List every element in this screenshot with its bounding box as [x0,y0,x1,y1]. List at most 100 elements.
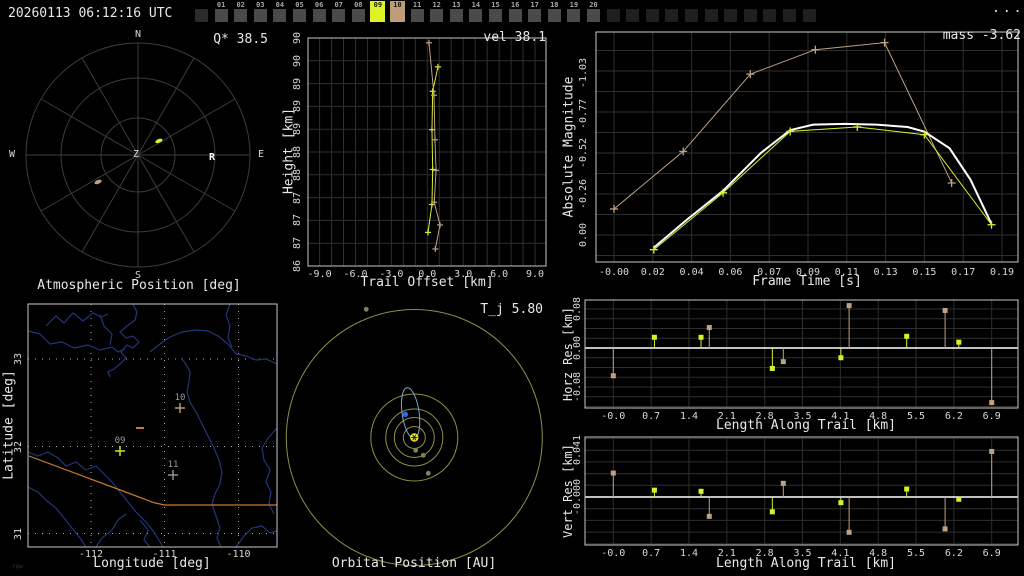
frame-button-14[interactable]: 14 [468,1,483,22]
frame-button-swatch [332,9,346,22]
menu-ellipsis-button[interactable]: ... [992,2,1024,15]
frame-button-label: 17 [530,1,539,9]
frame-button-10[interactable]: 10 [390,1,405,22]
horz_res-xtick: -0.0 [601,411,626,422]
frame-button-12[interactable]: 12 [429,1,444,22]
panel-absolute-magnitude [560,28,1024,296]
magnitude-ytick: -1.03 [578,57,589,88]
watermark: rgw [12,563,23,570]
frame-button-11[interactable]: 11 [410,1,425,22]
frame-button-18[interactable]: 18 [547,1,562,22]
horz_res-xtick: 3.5 [793,411,812,422]
frame-button-trail-22[interactable] [625,1,640,22]
panel-orbital-position [280,296,560,576]
map-ytick: 33 [13,352,24,366]
frame-button-17[interactable]: 17 [527,1,542,22]
frame-button-06[interactable]: 06 [312,1,327,22]
frame-button-swatch [253,9,267,22]
frame-button-08[interactable]: 08 [351,1,366,22]
frame-button-label [645,1,660,8]
vert_res-xtick: 0.7 [642,548,661,559]
frame-button-label: 18 [550,1,559,9]
frame-button-label: 09 [373,1,383,9]
frame-button-05[interactable]: 05 [292,1,307,22]
frame-button-16[interactable]: 16 [508,1,523,22]
frame-button-label: 11 [412,1,422,9]
frame-button-trail-29[interactable] [762,1,777,22]
frame-button-03[interactable]: 03 [253,1,268,22]
velocity-readout: vel 38.1 [483,30,546,45]
frame-button-label: 16 [510,1,520,9]
magnitude-ytick: -0.52 [578,137,589,169]
frame-button-label [664,1,679,8]
frame-button-swatch [724,9,738,22]
frame-button-15[interactable]: 15 [488,1,503,22]
frame-button-swatch [449,9,463,22]
atmospheric-caption: Atmospheric Position [deg] [37,278,241,293]
frame-button-09[interactable]: 09 [370,1,386,22]
frame-button-label: 03 [256,1,265,9]
trail-ytick: 87 [292,214,303,227]
magnitude-xtick: 0.07 [757,267,782,278]
frame-button-swatch [626,9,640,22]
frame-button-trail-31[interactable] [802,1,817,22]
frame-button-trail-27[interactable] [723,1,738,22]
frame-button-02[interactable]: 02 [233,1,248,22]
frame-button-swatch [410,9,424,22]
trail-xtick: 0.0 [418,269,437,280]
frame-button-trail-28[interactable] [743,1,758,22]
map-marker-label: 11 [167,460,179,470]
horz_res-ytick: 0.00 [572,335,583,361]
frame-button-label [625,1,640,8]
mass-readout: mass -3.62 [942,28,1021,43]
trail-ytick: 89 [292,100,303,113]
horz_res-xtick: 4.1 [831,411,850,422]
frame-button-19[interactable]: 19 [566,1,581,22]
trail-xtick: 6.0 [490,269,509,280]
frame-button-trail-24[interactable] [664,1,679,22]
frame-button-lead-0[interactable] [194,1,209,22]
horz_res-xtick: 0.7 [642,411,661,422]
trail-ytick: 89 [292,77,303,90]
frame-button-label [684,1,699,8]
frame-button-trail-30[interactable] [782,1,797,22]
frame-button-07[interactable]: 07 [331,1,346,22]
horz_res-xtick: 2.1 [717,411,736,422]
trail-ytick: 87 [292,237,303,250]
frame-button-swatch [783,9,796,22]
magnitude-xtick: 0.02 [640,267,665,278]
frame-button-13[interactable]: 13 [449,1,464,22]
trail-ytick: 89 [292,123,303,136]
q-star-readout: Q* 38.5 [213,32,268,47]
trail-xtick: 9.0 [525,269,545,280]
frame-button-trail-23[interactable] [645,1,660,22]
frame-button-trail-26[interactable] [704,1,719,22]
panel-trail-offset [280,28,560,296]
map-ylabel: Latitude [deg] [1,370,17,480]
frame-button-trail-21[interactable] [606,1,621,22]
frame-button-label [762,1,777,8]
frame-button-swatch [430,9,444,22]
frame-button-swatch [195,9,208,22]
horz_res-ytick: -0.08 [572,371,583,403]
frame-button-swatch [743,9,757,22]
frame-button-label: 20 [589,1,598,9]
vert_res-xtick: 4.1 [831,548,850,559]
map-ytick: 32 [13,440,24,453]
frame-button-01[interactable]: 01 [214,1,229,22]
frame-button-swatch [763,9,777,22]
magnitude-ytick: -0.26 [578,178,589,210]
frame-button-label [194,1,209,8]
frame-button-label [704,1,719,8]
frame-button-20[interactable]: 20 [586,1,601,22]
map-ytick: 31 [13,527,24,540]
vert_res-xtick: 5.5 [906,548,926,559]
frame-button-04[interactable]: 04 [272,1,287,22]
trail-xtick: -6.0 [343,269,368,280]
frame-button-trail-25[interactable] [684,1,699,22]
frame-button-swatch [547,9,561,22]
map-xtick: -111 [152,549,177,560]
horz_res-xtick: 6.2 [944,411,963,422]
frame-button-swatch [567,9,581,22]
frame-button-label: 08 [354,1,363,9]
